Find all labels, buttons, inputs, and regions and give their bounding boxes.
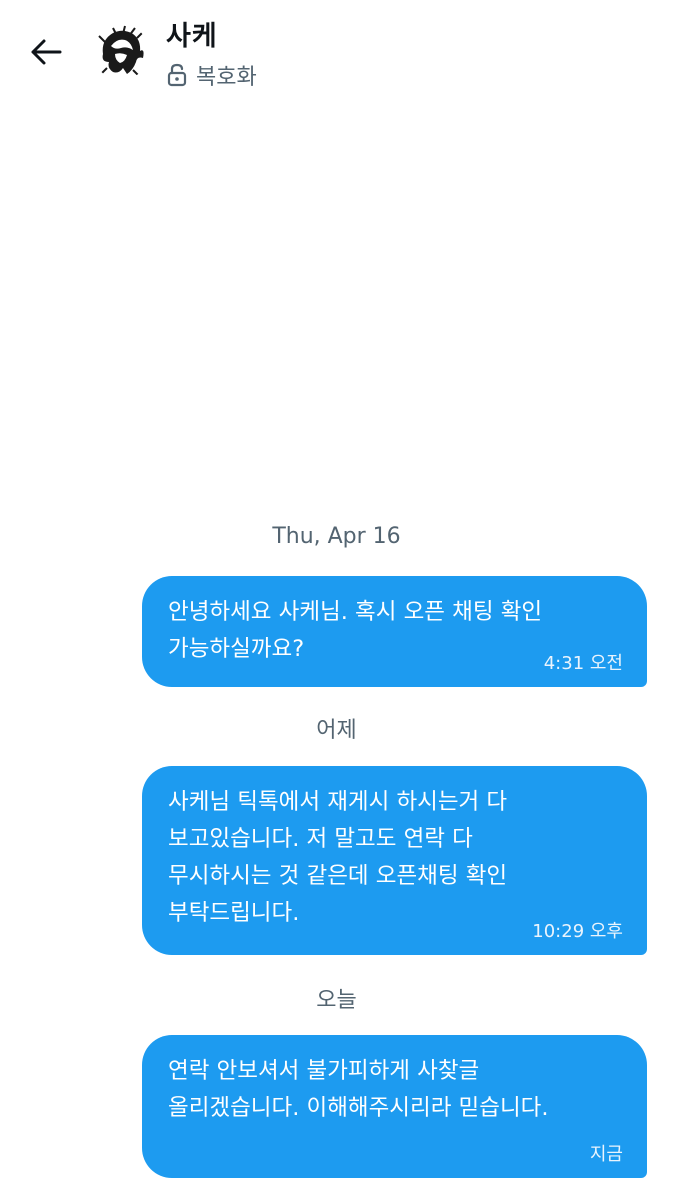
date-separator-today: 오늘	[316, 988, 357, 1013]
encryption-label: 복호화	[196, 65, 257, 90]
message-bubble[interactable]: 사케님 틱톡에서 재게시 하시는거 다 보고있습니다. 저 말고도 연락 다 무…	[142, 766, 647, 955]
message-text: 연락 안보셔서 불가피하게 사찾글 올리겠습니다. 이해해주시리라 믿습니다.	[168, 1058, 549, 1121]
message-time: 지금	[589, 1144, 623, 1165]
avatar[interactable]	[93, 24, 149, 80]
back-button[interactable]	[26, 34, 66, 74]
message-time: 4:31 오전	[543, 653, 623, 674]
arrow-left-icon	[30, 38, 62, 70]
message-bubble[interactable]: 안녕하세요 사케님. 혹시 오픈 채팅 확인 가능하실까요? 4:31 오전	[142, 576, 647, 687]
date-separator-first: Thu, Apr 16	[272, 524, 401, 549]
contact-name: 사케	[166, 21, 218, 52]
unlock-icon	[166, 62, 188, 88]
message-bubble[interactable]: 연락 안보셔서 불가피하게 사찾글 올리겠습니다. 이해해주시리라 믿습니다. …	[142, 1035, 647, 1178]
conversation-header: 사케 복호화	[0, 0, 673, 110]
date-separator-yesterday: 어제	[316, 718, 357, 743]
message-text: 사케님 틱톡에서 재게시 하시는거 다 보고있습니다. 저 말고도 연락 다 무…	[168, 789, 508, 926]
encryption-status[interactable]: 복호화	[166, 60, 257, 90]
message-time: 10:29 오후	[532, 921, 623, 942]
